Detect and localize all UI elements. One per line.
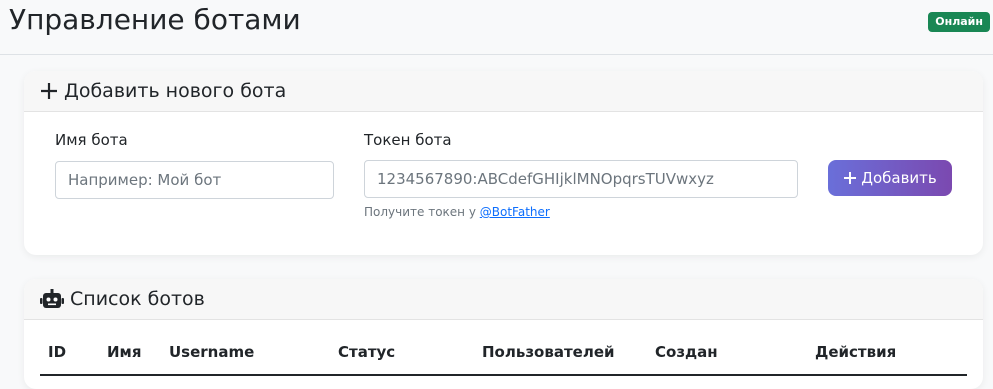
bot-token-label: Токен бота <box>364 131 452 149</box>
bots-table: ID Имя Username Статус Пользователей Соз… <box>40 343 967 376</box>
bot-token-input[interactable] <box>364 160 798 198</box>
column-header-users: Пользователей <box>482 343 615 361</box>
add-bot-button[interactable]: Добавить <box>828 160 952 196</box>
plus-icon <box>40 82 58 100</box>
column-header-actions: Действия <box>815 343 897 361</box>
column-header-status: Статус <box>338 343 396 361</box>
bot-name-label: Имя бота <box>55 131 128 149</box>
token-help-text: Получите токен у @BotFather <box>364 205 550 219</box>
column-header-username: Username <box>169 343 255 361</box>
add-bot-card-header: Добавить нового бота <box>24 71 983 112</box>
column-header-name: Имя <box>107 343 142 361</box>
robot-icon <box>40 289 64 309</box>
add-bot-title: Добавить нового бота <box>64 80 287 102</box>
plus-icon <box>843 171 857 185</box>
page-header: Управление ботами Онлайн <box>0 0 993 55</box>
status-badge: Онлайн <box>928 12 990 32</box>
page-title: Управление ботами <box>9 3 301 36</box>
token-help-prefix: Получите токен у <box>364 205 476 219</box>
column-header-created: Создан <box>655 343 718 361</box>
bot-list-card-header: Список ботов <box>24 279 983 320</box>
bot-list-title: Список ботов <box>70 288 205 310</box>
add-bot-button-label: Добавить <box>861 169 937 187</box>
add-bot-card: Добавить нового бота Имя бота Токен бота… <box>24 71 983 255</box>
bot-list-card: Список ботов ID Имя Username Статус Поль… <box>24 279 983 389</box>
table-header-row: ID Имя Username Статус Пользователей Соз… <box>40 343 967 374</box>
bot-name-input[interactable] <box>55 161 334 199</box>
botfather-link[interactable]: @BotFather <box>480 205 550 219</box>
column-header-id: ID <box>48 343 67 361</box>
